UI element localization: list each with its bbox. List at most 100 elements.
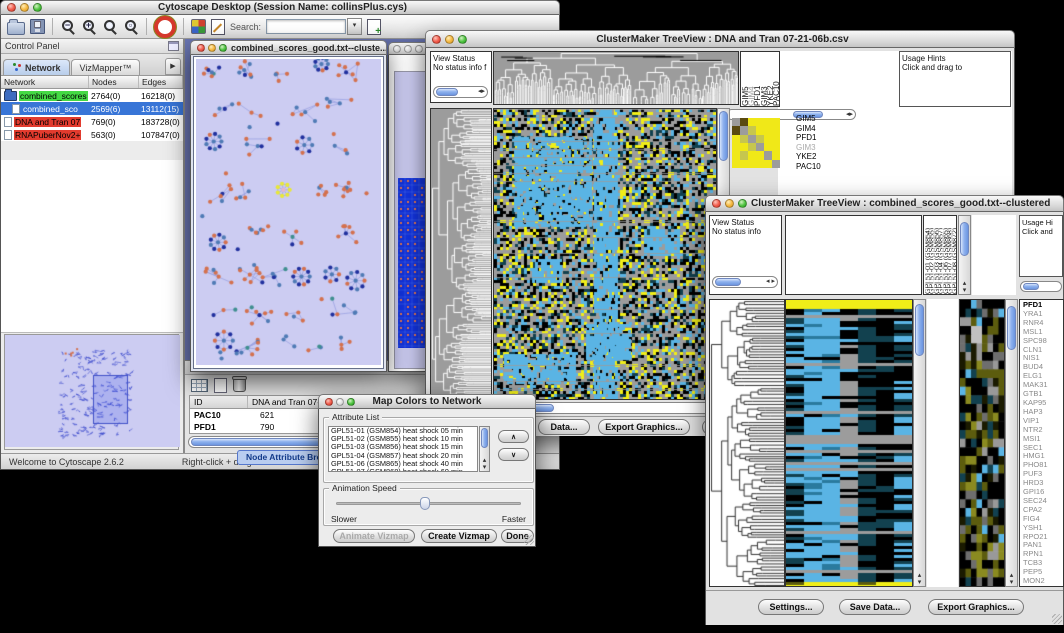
- scrollbar-thumb[interactable]: [436, 88, 458, 96]
- settings-button[interactable]: Settings...: [758, 599, 824, 615]
- row-dendrogram[interactable]: [710, 300, 784, 586]
- tab-network[interactable]: Network: [3, 59, 70, 75]
- open-icon[interactable]: [7, 22, 25, 35]
- create-vizmap-button[interactable]: Create Vizmap: [421, 529, 497, 543]
- minimize-button[interactable]: [445, 35, 454, 44]
- attribute-listbox[interactable]: GPL51-01 (GSM854) heat shock 05 minGPL51…: [328, 426, 478, 472]
- dense-cluster-grid[interactable]: [398, 178, 428, 348]
- delete-attribute-icon[interactable]: [233, 378, 246, 392]
- zoom-heatmap-canvas[interactable]: [960, 300, 1004, 586]
- search-input[interactable]: ▾: [266, 19, 362, 34]
- scrollbar-arrows[interactable]: ◂▸: [478, 87, 485, 97]
- gene-label[interactable]: GIM3: [796, 143, 821, 153]
- scrollbar-thumb[interactable]: [915, 304, 924, 356]
- column-label[interactable]: GPL51-07 (GSM868): [947, 216, 951, 294]
- float-panel-icon[interactable]: [168, 41, 179, 51]
- column-label[interactable]: YKE2: [767, 52, 773, 106]
- col-nodes[interactable]: Nodes: [89, 76, 139, 88]
- close-button[interactable]: [712, 199, 721, 208]
- scrollbar-thumb[interactable]: [1007, 306, 1016, 350]
- zoom-in-icon[interactable]: +: [81, 19, 97, 35]
- labels-vscrollbar[interactable]: ▴▾: [958, 215, 971, 295]
- gene-label[interactable]: GIM4: [796, 124, 821, 134]
- animate-vizmap-button[interactable]: Animate Vizmap: [333, 529, 415, 543]
- network-titlebar[interactable]: combined_scores_good.txt--cluste...: [190, 40, 387, 55]
- edit-icon[interactable]: [211, 19, 225, 35]
- col-id[interactable]: ID: [190, 396, 248, 408]
- network2-titlebar[interactable]: [388, 42, 430, 55]
- status-hscrollbar[interactable]: ◂▸: [433, 86, 488, 98]
- scrollbar-thumb[interactable]: [719, 111, 728, 161]
- heatmap-canvas[interactable]: [494, 109, 716, 399]
- genelist-vscrollbar[interactable]: ▴▾: [1005, 299, 1018, 587]
- gene-label[interactable]: PAC10: [796, 162, 821, 172]
- resize-grip[interactable]: [524, 535, 534, 545]
- search-dropdown-icon[interactable]: ▾: [347, 18, 362, 35]
- column-label[interactable]: GIM3: [761, 52, 767, 106]
- speed-slider-thumb[interactable]: [420, 497, 430, 510]
- save-data-button[interactable]: Save Data...: [839, 599, 911, 615]
- attribute-table-icon[interactable]: [191, 379, 208, 392]
- network-table-row[interactable]: RNAPuberNov2+563(0)107847(0): [1, 128, 183, 141]
- close-button[interactable]: [325, 398, 333, 406]
- zoom-button[interactable]: [219, 44, 227, 52]
- move-up-button[interactable]: ∧: [498, 430, 529, 443]
- zoom-fit-icon[interactable]: [102, 19, 118, 35]
- gene-label[interactable]: PFD1: [796, 133, 821, 143]
- close-button[interactable]: [393, 45, 401, 53]
- minimize-button[interactable]: [208, 44, 216, 52]
- scrollbar-thumb[interactable]: [1023, 283, 1039, 290]
- network-canvas[interactable]: [196, 59, 381, 365]
- plugin-icon[interactable]: [367, 19, 381, 35]
- tab-overflow-button[interactable]: ▶: [165, 58, 181, 75]
- column-label[interactable]: PFD1: [754, 52, 760, 106]
- zoom-selected-icon[interactable]: ▫: [123, 19, 139, 35]
- vizmapper-icon[interactable]: [191, 19, 206, 34]
- new-attribute-icon[interactable]: [214, 378, 227, 393]
- scrollbar-arrows[interactable]: ◂▸: [846, 110, 853, 119]
- minimize-button[interactable]: [725, 199, 734, 208]
- mini-heatmap[interactable]: [732, 118, 780, 168]
- network-overview-canvas[interactable]: [5, 335, 180, 447]
- network-table-row[interactable]: combined_sco2569(6)13112(15): [1, 102, 183, 115]
- heatmap-canvas[interactable]: [786, 300, 912, 586]
- close-button[interactable]: [197, 44, 205, 52]
- col-network[interactable]: Network: [1, 76, 89, 88]
- network-table-row[interactable]: combined_scores2764(0)16218(0): [1, 89, 183, 102]
- scrollbar-thumb[interactable]: [715, 278, 741, 286]
- zoom-button[interactable]: [33, 3, 42, 12]
- gene-list-item[interactable]: MON2: [1023, 577, 1063, 586]
- treeview1-titlebar[interactable]: ClusterMaker TreeView : DNA and Tran 07-…: [425, 30, 1015, 48]
- minimize-button[interactable]: [336, 398, 344, 406]
- network-overview-panel[interactable]: [4, 334, 179, 450]
- scrollbar-arrows[interactable]: ◂ ▸: [766, 277, 775, 287]
- dialog-titlebar[interactable]: Map Colors to Network: [318, 394, 536, 409]
- network-table-row[interactable]: DNA and Tran 07769(0)183728(0): [1, 115, 183, 128]
- zoom-button[interactable]: [347, 398, 355, 406]
- search-field[interactable]: [266, 19, 346, 34]
- treeview2-titlebar[interactable]: ClusterMaker TreeView : combined_scores_…: [705, 195, 1064, 212]
- tab-vizmapper[interactable]: VizMapper™: [71, 59, 141, 75]
- column-dendrogram[interactable]: [494, 52, 738, 104]
- save-data-button[interactable]: Data...: [538, 419, 590, 435]
- status-hscrollbar[interactable]: ◂ ▸: [712, 276, 778, 288]
- gene-label[interactable]: GIM5: [796, 114, 821, 124]
- usage-hscrollbar[interactable]: [1020, 281, 1062, 292]
- listbox-vscrollbar[interactable]: ▴▾: [479, 426, 490, 472]
- close-button[interactable]: [7, 3, 16, 12]
- top-dendrogram-area[interactable]: [785, 215, 922, 295]
- network2-canvas-area[interactable]: [394, 71, 428, 369]
- attribute-item[interactable]: GPL51-07 (GSM868) heat shock 60 min: [331, 468, 477, 472]
- scrollbar-arrows[interactable]: ▴▾: [959, 280, 970, 294]
- scrollbar-thumb[interactable]: [481, 428, 488, 448]
- zoom-button[interactable]: [415, 45, 423, 53]
- zoom-button[interactable]: [458, 35, 467, 44]
- help-icon[interactable]: [154, 16, 176, 38]
- export-graphics-button[interactable]: Export Graphics...: [598, 419, 690, 435]
- scrollbar-arrows[interactable]: ▴▾: [1006, 572, 1017, 586]
- scrollbar-arrows[interactable]: ▴▾: [480, 457, 489, 471]
- zoom-out-icon[interactable]: −: [60, 19, 76, 35]
- resize-grip[interactable]: [1052, 614, 1062, 624]
- scrollbar-arrows[interactable]: ▴▾: [914, 572, 925, 586]
- save-icon[interactable]: [30, 19, 45, 34]
